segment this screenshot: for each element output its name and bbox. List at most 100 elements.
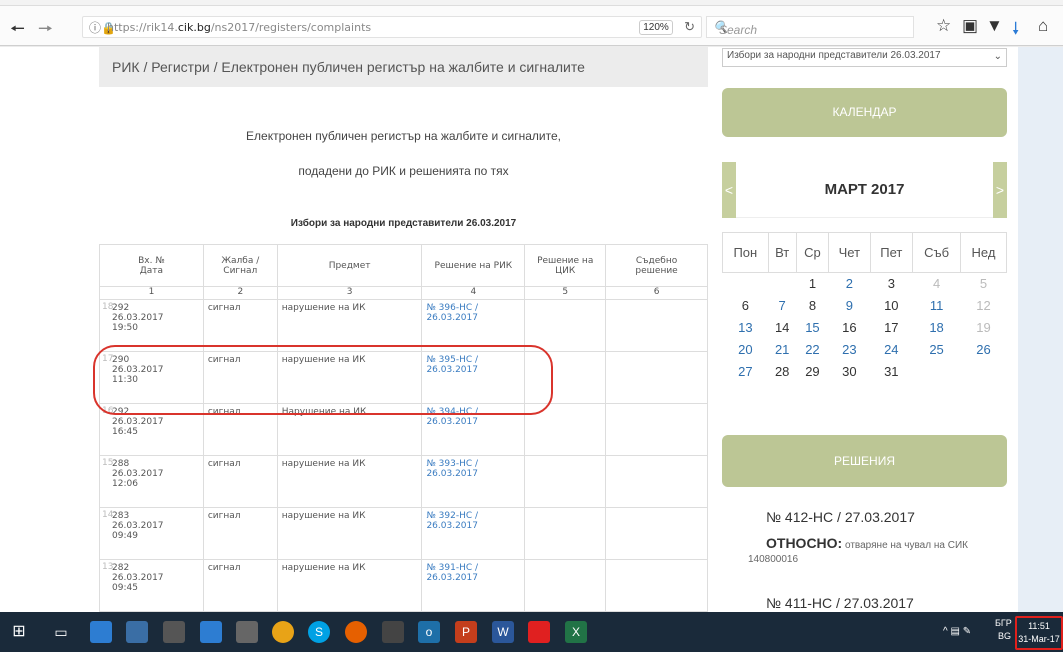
- calendar-day[interactable]: 5: [961, 273, 1007, 295]
- calendar-day[interactable]: 9: [829, 295, 870, 317]
- entry-time: 16:45: [112, 427, 138, 437]
- language-indicator[interactable]: БГР: [995, 618, 1012, 628]
- election-select[interactable]: Избори за народни представители 26.03.20…: [722, 48, 1007, 67]
- clock[interactable]: 11:51 31-Mar-17: [1015, 616, 1063, 650]
- calendar-day[interactable]: 7: [768, 295, 796, 317]
- word-icon[interactable]: W: [492, 621, 514, 643]
- calendar-day[interactable]: 22: [796, 339, 828, 361]
- reading-list-icon[interactable]: ▣: [962, 16, 978, 36]
- election-title: Избори за народни представители 26.03.20…: [290, 218, 517, 229]
- calendar-day[interactable]: 18: [913, 317, 961, 339]
- calendar-day[interactable]: 20: [723, 339, 769, 361]
- decision-link[interactable]: № 392-НС /: [426, 511, 478, 521]
- calendar-day[interactable]: 17: [870, 317, 913, 339]
- weekday-label: Пет: [869, 232, 914, 273]
- calendar-day[interactable]: 2: [829, 273, 870, 295]
- calendar-week: 13 14 15 16 17 18 19: [723, 317, 1007, 339]
- network-icon[interactable]: ▤: [950, 626, 959, 637]
- calendar-day: [723, 273, 769, 295]
- decisions-button[interactable]: РЕШЕНИЯ: [722, 435, 1007, 487]
- calendar-day[interactable]: 13: [723, 317, 769, 339]
- row-number: 14: [102, 510, 114, 520]
- home-icon[interactable]: ⌂: [1038, 16, 1048, 36]
- calendar-day[interactable]: 31: [870, 361, 913, 383]
- calendar-day[interactable]: 24: [870, 339, 913, 361]
- calendar-day[interactable]: 28: [768, 361, 796, 383]
- cell-rik-decision: № 396-НС /26.03.2017: [421, 299, 526, 352]
- calendar-day[interactable]: 26: [961, 339, 1007, 361]
- decision2-title[interactable]: № 411-НС / 27.03.2017: [766, 595, 1051, 611]
- paint-icon[interactable]: [236, 621, 258, 643]
- decision-date-link[interactable]: 26.03.2017: [426, 469, 478, 479]
- task-view-icon[interactable]: ▭: [50, 621, 72, 643]
- desktop-app-icon[interactable]: [126, 621, 148, 643]
- entry-number: 292: [112, 303, 130, 313]
- breadcrumb-item-registers[interactable]: Регистри: [151, 59, 209, 75]
- firefox-icon[interactable]: [345, 621, 367, 643]
- calendar-day[interactable]: 8: [796, 295, 828, 317]
- calendar-day[interactable]: 4: [913, 273, 961, 295]
- pocket-icon[interactable]: ▼: [986, 16, 1003, 36]
- calendar-button[interactable]: КАЛЕНДАР: [722, 88, 1007, 137]
- decision-date-link[interactable]: 26.03.2017: [426, 521, 478, 531]
- decision-link[interactable]: № 391-НС /: [426, 563, 478, 573]
- cell-subject: нарушение на ИК: [276, 507, 423, 560]
- breadcrumb-item-rik[interactable]: РИК: [112, 59, 140, 75]
- header-rik-decision: Решение на РИК: [421, 244, 526, 287]
- windows-start-icon[interactable]: ⊞: [8, 621, 30, 643]
- calendar-day[interactable]: 27: [723, 361, 769, 383]
- skype-icon[interactable]: S: [308, 621, 330, 643]
- app-icon[interactable]: [382, 621, 404, 643]
- cell-subject: нарушение на ИК: [276, 299, 423, 352]
- entry-date: 26.03.2017: [112, 573, 164, 583]
- calendar-day[interactable]: 10: [870, 295, 913, 317]
- address-bar[interactable]: ⓘ🔒 https://rik14.cik.bg/ns2017/registers…: [82, 16, 702, 38]
- calendar-day[interactable]: 11: [913, 295, 961, 317]
- reload-icon[interactable]: ↻: [684, 19, 695, 35]
- calendar-day[interactable]: 16: [829, 317, 870, 339]
- decision-date-link[interactable]: 26.03.2017: [426, 313, 478, 323]
- calendar-day[interactable]: 12: [961, 295, 1007, 317]
- bookmark-star-icon[interactable]: ☆: [936, 16, 951, 36]
- back-icon[interactable]: 🠔: [10, 16, 25, 45]
- excel-icon[interactable]: X: [565, 621, 587, 643]
- row-number: 15: [102, 458, 114, 468]
- search-input[interactable]: 🔍 Search: [706, 16, 914, 38]
- calendar-day[interactable]: 29: [796, 361, 828, 383]
- decision-link[interactable]: № 393-НС /: [426, 459, 478, 469]
- download-icon[interactable]: 🠗: [1012, 16, 1019, 45]
- calendar-next-icon[interactable]: >: [993, 162, 1007, 218]
- calendar-day[interactable]: 6: [723, 295, 769, 317]
- tray-chevron-icon[interactable]: ^: [943, 626, 948, 637]
- pen-icon[interactable]: ✎: [963, 626, 971, 637]
- decision-link[interactable]: № 396-НС /: [426, 303, 478, 313]
- forward-icon[interactable]: 🠖: [38, 16, 53, 45]
- calendar-days: 1 2 3 4 5 6 7 8 9 10 11 12 13 14 15 16 17 18 19 20 21 22 23 24 2…: [723, 273, 1007, 383]
- acrobat-icon[interactable]: [528, 621, 550, 643]
- powerpoint-icon[interactable]: P: [455, 621, 477, 643]
- calendar-prev-icon[interactable]: <: [722, 162, 736, 218]
- calendar-day[interactable]: 19: [961, 317, 1007, 339]
- file-explorer-icon[interactable]: [90, 621, 112, 643]
- calculator-icon[interactable]: [163, 621, 185, 643]
- calendar-day[interactable]: 30: [829, 361, 870, 383]
- calendar-day[interactable]: 23: [829, 339, 870, 361]
- outlook-icon[interactable]: o: [418, 621, 440, 643]
- cell-no-date: 14 283 26.03.2017 09:49: [99, 507, 204, 560]
- weekday-label: Съб: [912, 232, 961, 273]
- calendar-day[interactable]: 3: [870, 273, 913, 295]
- zoom-level[interactable]: 120%: [639, 20, 673, 35]
- cell-type: сигнал: [202, 559, 278, 612]
- calendar-day[interactable]: 15: [796, 317, 828, 339]
- decision-date-link[interactable]: 26.03.2017: [426, 573, 478, 583]
- calendar-week: 27 28 29 30 31: [723, 361, 1007, 383]
- calendar-day[interactable]: 1: [796, 273, 828, 295]
- decision-date-link[interactable]: 26.03.2017: [426, 417, 478, 427]
- chrome-icon[interactable]: [272, 621, 294, 643]
- calendar-day[interactable]: 14: [768, 317, 796, 339]
- calendar-day[interactable]: 25: [913, 339, 961, 361]
- decision1-title[interactable]: № 412-НС / 27.03.2017: [766, 509, 1051, 525]
- calendar-day[interactable]: 21: [768, 339, 796, 361]
- cell-court-decision: [605, 403, 708, 456]
- media-player-icon[interactable]: [200, 621, 222, 643]
